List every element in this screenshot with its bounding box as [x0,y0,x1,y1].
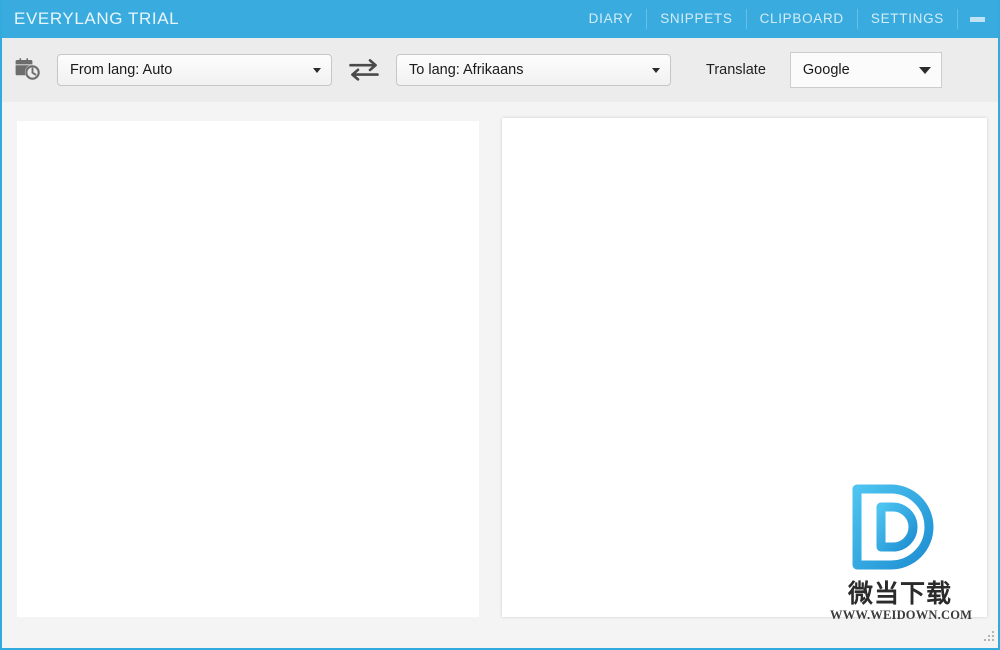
to-lang-label: To lang: Afrikaans [409,62,524,78]
app-window: EVERYLANG TRIAL DIARY SNIPPETS CLIPBOARD… [0,0,1000,650]
title-nav: DIARY SNIPPETS CLIPBOARD SETTINGS [576,0,998,38]
nav-item-snippets[interactable]: SNIPPETS [647,0,745,38]
chevron-down-icon [313,67,321,73]
nav-item-settings[interactable]: SETTINGS [858,0,957,38]
calendar-clock-icon[interactable] [14,55,44,85]
minimize-icon [969,16,985,22]
nav-item-diary[interactable]: DIARY [576,0,647,38]
chevron-down-icon [918,66,931,74]
to-lang-select[interactable]: To lang: Afrikaans [396,54,671,86]
source-text-panel[interactable] [17,121,479,617]
target-text[interactable] [502,118,987,134]
app-title: EVERYLANG TRIAL [14,9,180,28]
target-text-panel[interactable] [502,118,987,617]
translate-label[interactable]: Translate [706,62,766,78]
from-lang-label: From lang: Auto [70,62,173,78]
resize-grip-icon[interactable] [981,630,995,644]
translate-engine-value: Google [802,62,850,78]
nav-item-clipboard[interactable]: CLIPBOARD [747,0,857,38]
title-bar: EVERYLANG TRIAL DIARY SNIPPETS CLIPBOARD… [2,0,998,38]
toolbar: From lang: Auto To lang: Afrikaans Trans… [2,38,998,102]
minimize-button[interactable] [958,0,996,38]
swap-arrows-icon[interactable] [347,57,381,83]
from-lang-select[interactable]: From lang: Auto [57,54,332,86]
chevron-down-icon [652,67,660,73]
source-text[interactable] [17,121,479,137]
translate-engine-select[interactable]: Google [789,52,942,88]
